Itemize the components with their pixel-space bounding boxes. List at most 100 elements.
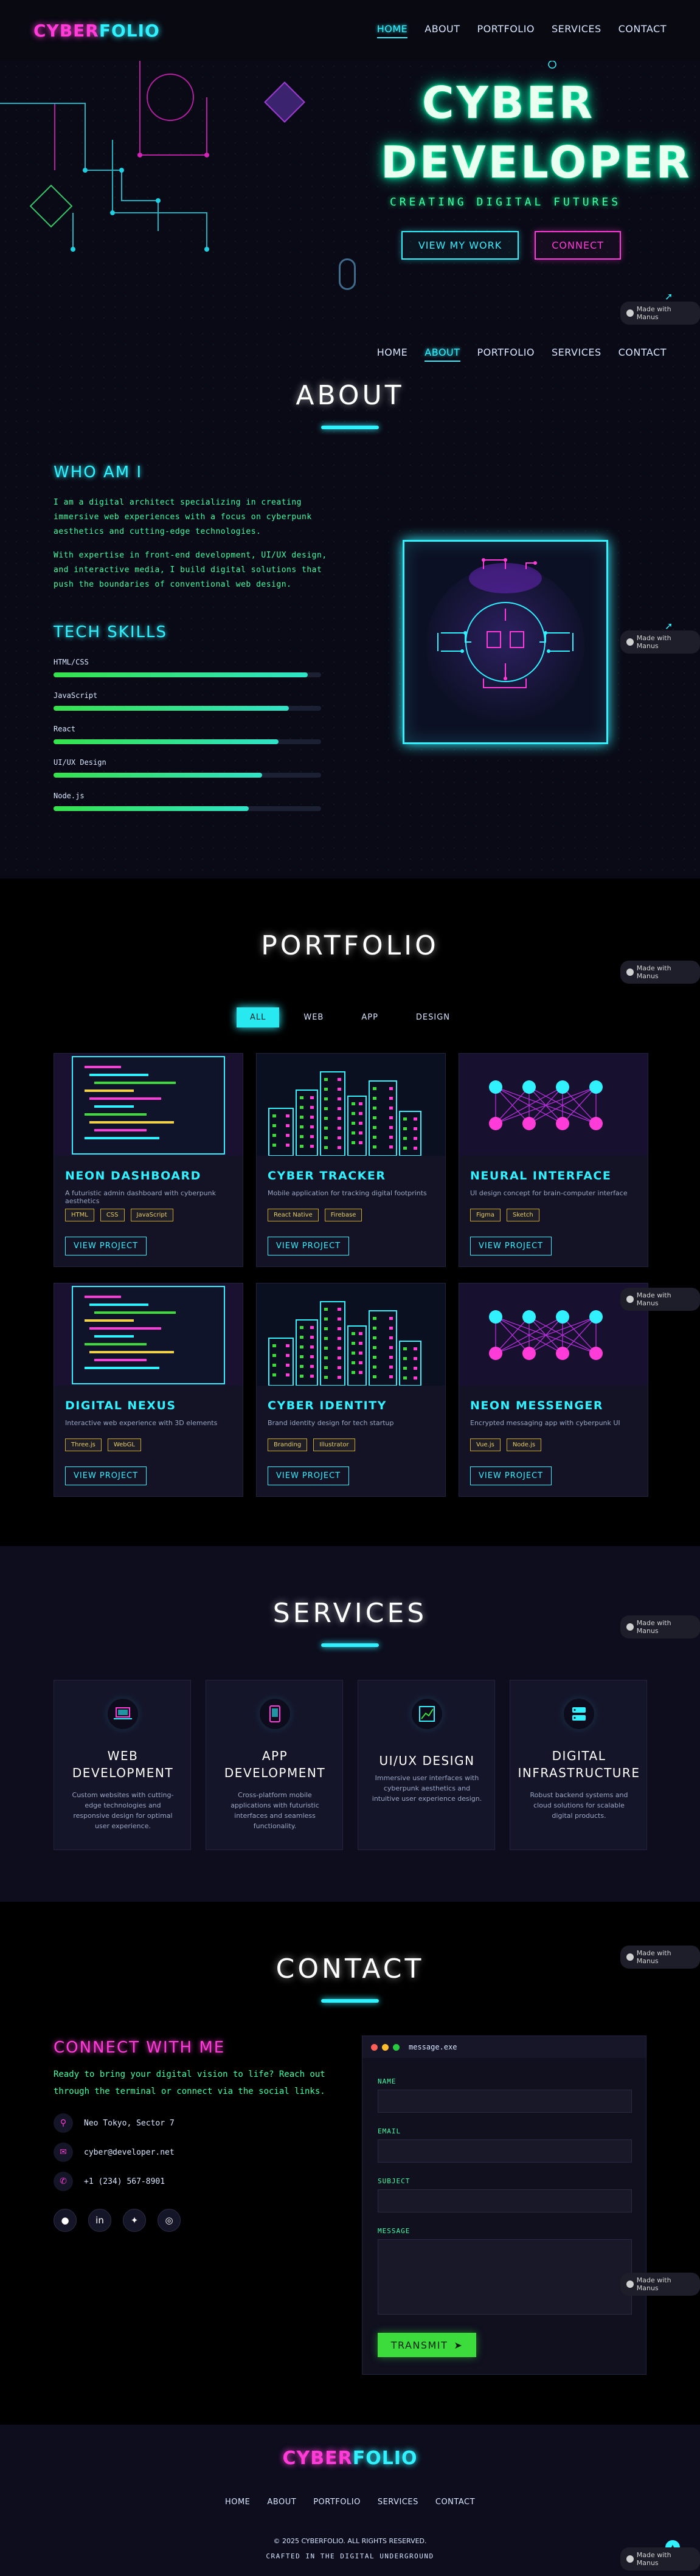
badge-icon — [626, 969, 634, 976]
footer-nav-home[interactable]: HOME — [225, 2498, 250, 2507]
made-with-badge[interactable]: Made with Manus — [620, 961, 700, 984]
service-card-digital-infrastructure[interactable]: DIGITAL INFRASTRUCTURE Robust backend sys… — [510, 1680, 647, 1850]
service-title: UI/UX DESIGN — [364, 1752, 490, 1769]
service-card-ui-ux-design[interactable]: UI/UX DESIGN Immersive user interfaces w… — [358, 1680, 495, 1850]
footer: CYBERFOLIO HOME ABOUT PORTFOLIO SERVICES… — [0, 2425, 700, 2576]
nav-contact[interactable]: CONTACT — [619, 347, 667, 362]
made-with-badge[interactable]: Made with Manus — [620, 630, 700, 654]
view-project-button[interactable]: VIEW PROJECT — [268, 1237, 350, 1255]
project-title: NEURAL INTERFACE — [470, 1169, 612, 1183]
service-description: Robust backend systems and cloud solutio… — [530, 1791, 628, 1820]
project-tag: Vue.js — [470, 1438, 501, 1451]
made-with-badge[interactable]: Made with Manus — [620, 1288, 700, 1311]
connect-heading: CONNECT WITH ME — [54, 2039, 226, 2057]
project-tag: Node.js — [506, 1438, 542, 1451]
project-tag: CSS — [100, 1209, 125, 1221]
portfolio-section: PORTFOLIO ALL WEB APP DESIGN NEON DASHBO… — [0, 879, 700, 1546]
name-field[interactable] — [378, 2090, 632, 2113]
phone-icon: ✆ — [54, 2172, 73, 2191]
footer-logo-part1: CYBER — [282, 2448, 353, 2469]
subject-field[interactable] — [378, 2189, 632, 2212]
filter-all[interactable]: ALL — [236, 1007, 280, 1027]
contact-section: CONTACT CONNECT WITH ME Ready to bring y… — [0, 1902, 700, 2425]
nav-portfolio[interactable]: PORTFOLIO — [477, 347, 535, 362]
nav-services[interactable]: SERVICES — [552, 347, 601, 362]
project-tag: JavaScript — [130, 1209, 173, 1221]
twitter-icon[interactable]: ✦ — [123, 2209, 146, 2232]
view-project-button[interactable]: VIEW PROJECT — [268, 1466, 350, 1485]
made-with-badge[interactable]: Made with Manus — [620, 1946, 700, 1969]
project-card[interactable]: DIGITAL NEXUS Interactive web experience … — [54, 1283, 243, 1497]
connect-button[interactable]: CONNECT — [535, 231, 621, 260]
filter-app[interactable]: APP — [348, 1007, 392, 1027]
badge-label: Made with Manus — [636, 634, 671, 650]
service-title: APP DEVELOPMENT — [212, 1747, 338, 1781]
skill-name: Node.js — [54, 792, 85, 800]
brand-logo[interactable]: CYBERFOLIO — [33, 21, 160, 41]
transmit-button[interactable]: TRANSMIT ➤ — [378, 2333, 476, 2357]
made-with-badge[interactable]: Made with Manus — [620, 1615, 700, 1638]
github-icon[interactable]: ● — [54, 2209, 77, 2232]
about-paragraph-2: With expertise in front-end development,… — [54, 551, 327, 589]
project-card[interactable]: NEON DASHBOARD A futuristic admin dashboa… — [54, 1053, 243, 1267]
nav-about[interactable]: ABOUT — [425, 23, 460, 38]
contact-email[interactable]: ✉ cyber@developer.net — [54, 2143, 175, 2162]
badge-icon — [626, 1623, 634, 1631]
window-close-dot[interactable] — [371, 2043, 378, 2051]
project-tags: Vue.js Node.js — [470, 1438, 542, 1451]
nav-services[interactable]: SERVICES — [552, 23, 601, 38]
hero-buttons: VIEW MY WORK CONNECT — [401, 231, 621, 260]
linkedin-icon[interactable]: in — [88, 2209, 111, 2232]
project-description: A futuristic admin dashboard with cyberp… — [65, 1189, 216, 1205]
view-work-button[interactable]: VIEW MY WORK — [401, 231, 519, 260]
window-minimize-dot[interactable] — [382, 2043, 389, 2051]
project-card[interactable]: CYBER TRACKER Mobile application for trac… — [256, 1053, 446, 1267]
view-project-button[interactable]: VIEW PROJECT — [65, 1237, 147, 1255]
service-title-line1: WEB — [107, 1749, 139, 1763]
project-tag: Illustrator — [313, 1438, 355, 1451]
nav-contact[interactable]: CONTACT — [619, 23, 667, 38]
made-with-badge[interactable]: Made with Manus — [620, 2273, 700, 2296]
footer-nav-services[interactable]: SERVICES — [378, 2498, 418, 2507]
footer-nav: HOME ABOUT PORTFOLIO SERVICES CONTACT — [0, 2498, 700, 2507]
nav-about[interactable]: ABOUT — [425, 347, 460, 362]
badge-icon — [626, 1296, 634, 1303]
made-with-badge[interactable]: Made with Manus — [620, 2547, 700, 2571]
window-maximize-dot[interactable] — [393, 2043, 400, 2051]
message-textarea[interactable] — [378, 2239, 632, 2315]
footer-nav-about[interactable]: ABOUT — [267, 2498, 296, 2507]
codepen-icon[interactable]: ◎ — [158, 2209, 181, 2232]
filter-web[interactable]: WEB — [290, 1007, 337, 1027]
service-card-web-development[interactable]: WEB DEVELOPMENT Custom websites with cutt… — [54, 1680, 191, 1850]
contact-phone[interactable]: ✆ +1 (234) 567-8901 — [54, 2172, 165, 2191]
service-title: DIGITAL INFRASTRUCTURE — [516, 1747, 642, 1781]
nav-home[interactable]: HOME — [376, 23, 408, 38]
project-card[interactable]: CYBER IDENTITY Brand identity design for … — [256, 1283, 446, 1497]
badge-label: Made with Manus — [636, 2551, 671, 2567]
footer-nav-portfolio[interactable]: PORTFOLIO — [313, 2498, 361, 2507]
nav-home[interactable]: HOME — [377, 347, 408, 362]
skill-track — [54, 706, 321, 711]
filter-design[interactable]: DESIGN — [403, 1007, 463, 1027]
service-card-app-development[interactable]: APP DEVELOPMENT Cross-platform mobile app… — [206, 1680, 343, 1850]
terminal-titlebar: message.exe — [362, 2036, 646, 2058]
made-with-badge[interactable]: Made with Manus — [620, 302, 700, 325]
view-project-button[interactable]: VIEW PROJECT — [470, 1466, 552, 1485]
who-am-i-heading: WHO AM I — [54, 463, 143, 482]
send-icon: ➤ — [454, 2339, 463, 2351]
skill-name: UI/UX Design — [54, 758, 106, 767]
contact-location: ⚲ Neo Tokyo, Sector 7 — [54, 2113, 175, 2133]
view-project-button[interactable]: VIEW PROJECT — [65, 1466, 147, 1485]
project-card[interactable]: NEURAL INTERFACE UI design concept for br… — [459, 1053, 648, 1267]
service-title-line1: UI/UX DESIGN — [379, 1753, 475, 1768]
nav-portfolio[interactable]: PORTFOLIO — [477, 23, 535, 38]
contact-location-text: Neo Tokyo, Sector 7 — [84, 2118, 175, 2128]
service-description: Custom websites with cutting-edge techno… — [72, 1791, 174, 1830]
footer-logo[interactable]: CYBERFOLIO — [0, 2448, 700, 2469]
project-tag: Firebase — [324, 1209, 362, 1221]
email-field[interactable] — [378, 2139, 632, 2163]
top-navbar: CYBERFOLIO HOME ABOUT PORTFOLIO SERVICES… — [0, 0, 700, 61]
footer-nav-contact[interactable]: CONTACT — [435, 2498, 475, 2507]
project-card[interactable]: NEON MESSENGER Encrypted messaging app wi… — [459, 1283, 648, 1497]
view-project-button[interactable]: VIEW PROJECT — [470, 1237, 552, 1255]
